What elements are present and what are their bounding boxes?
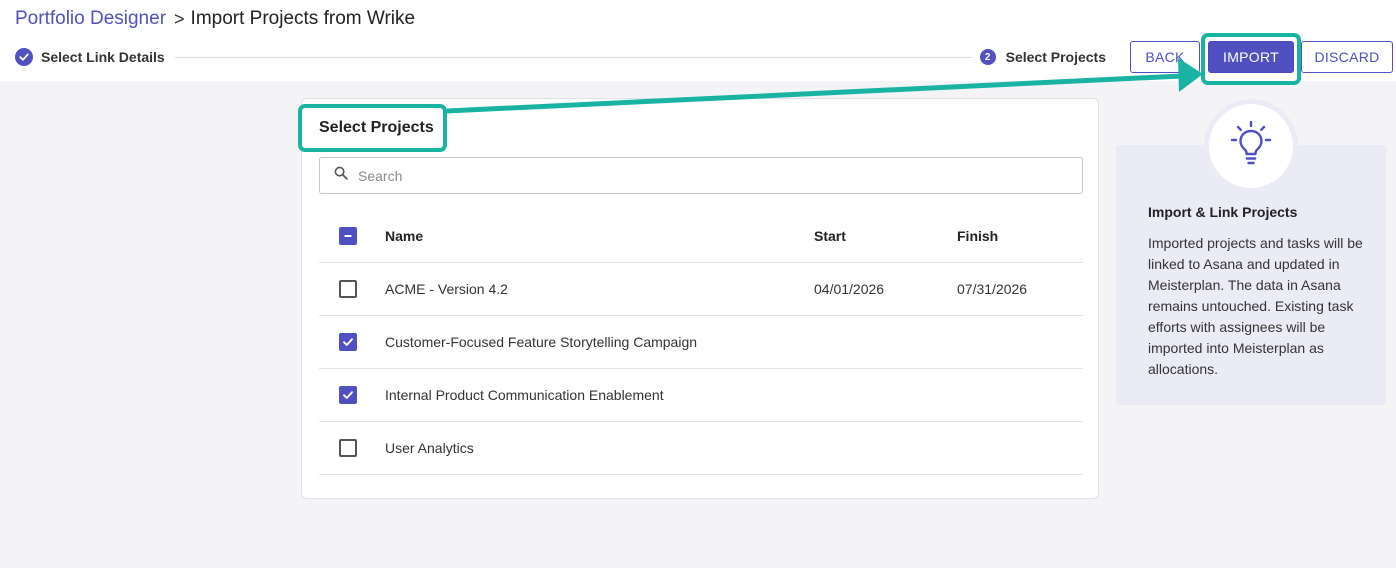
discard-button[interactable]: DISCARD <box>1301 41 1393 73</box>
project-finish: 07/31/2026 <box>957 281 1028 297</box>
table-header-row: Name Start Finish <box>319 209 1083 263</box>
table-row[interactable]: User Analytics <box>319 422 1083 475</box>
table-row[interactable]: Internal Product Communication Enablemen… <box>319 369 1083 422</box>
page-title: Import Projects from Wrike <box>190 8 416 29</box>
breadcrumb-portfolio-designer-link[interactable]: Portfolio Designer <box>15 8 166 30</box>
step-select-link-details[interactable]: Select Link Details <box>15 46 175 68</box>
info-title: Import & Link Projects <box>1148 204 1298 220</box>
step-select-projects: 2 Select Projects <box>971 46 1106 68</box>
project-name: ACME - Version 4.2 <box>385 281 508 297</box>
project-start: 04/01/2026 <box>814 281 885 297</box>
back-button[interactable]: BACK <box>1130 41 1200 73</box>
select-projects-card: Select Projects Name Start Finish ACME -… <box>301 98 1099 499</box>
info-text: Imported projects and tasks will be link… <box>1148 235 1363 377</box>
breadcrumb: Portfolio Designer > Import Projects fro… <box>15 8 415 30</box>
search-input[interactable] <box>358 167 1038 184</box>
row-checkbox[interactable] <box>339 280 357 298</box>
row-checkbox[interactable] <box>339 333 357 351</box>
search-box <box>319 157 1083 194</box>
step-complete-check-icon <box>15 48 33 66</box>
step-2-label: Select Projects <box>1005 49 1106 65</box>
select-all-checkbox[interactable] <box>339 226 357 245</box>
stepper-connector-line <box>165 57 980 58</box>
search-icon <box>334 166 348 185</box>
step-2-number: 2 <box>979 49 996 65</box>
row-checkbox[interactable] <box>339 386 357 404</box>
breadcrumb-separator-icon: > <box>174 8 185 29</box>
lightbulb-icon <box>1226 119 1276 174</box>
row-checkbox[interactable] <box>339 439 357 457</box>
column-header-finish[interactable]: Finish <box>957 209 998 262</box>
projects-table: Name Start Finish ACME - Version 4.2 04/… <box>319 209 1083 475</box>
column-header-name[interactable]: Name <box>385 209 423 262</box>
info-icon-badge <box>1204 99 1298 193</box>
step-1-label: Select Link Details <box>41 49 165 65</box>
project-name: Internal Product Communication Enablemen… <box>385 387 664 403</box>
top-bar: Portfolio Designer > Import Projects fro… <box>0 0 1396 81</box>
table-row[interactable]: Customer-Focused Feature Storytelling Ca… <box>319 316 1083 369</box>
project-name: Customer-Focused Feature Storytelling Ca… <box>385 334 698 350</box>
card-title: Select Projects <box>319 119 434 136</box>
table-row[interactable]: ACME - Version 4.2 04/01/2026 07/31/2026 <box>319 263 1083 316</box>
stepper: Select Link Details 2 Select Projects <box>15 46 1110 68</box>
import-button[interactable]: IMPORT <box>1208 41 1294 73</box>
column-header-start[interactable]: Start <box>814 209 846 262</box>
project-name: User Analytics <box>385 440 474 456</box>
